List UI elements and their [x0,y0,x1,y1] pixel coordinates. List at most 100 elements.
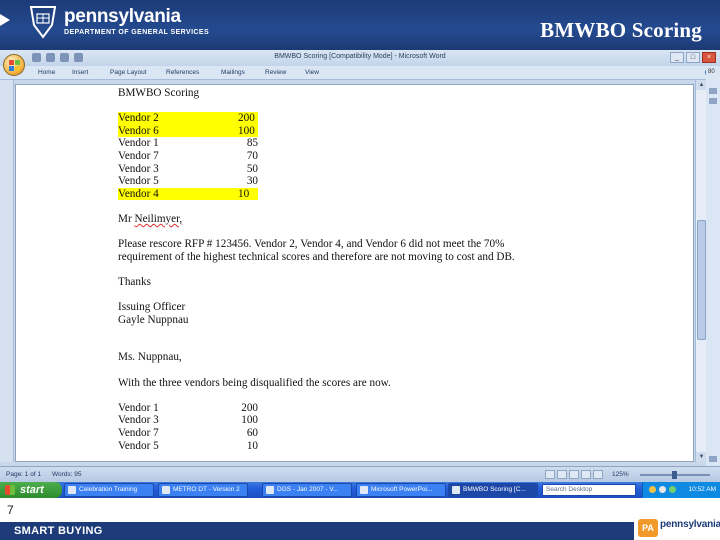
print-layout-icon[interactable] [545,470,555,479]
app-icon [68,486,76,494]
tray-icon[interactable] [649,486,656,493]
score-row: Vendor 3 100 [118,414,678,427]
vendor-score: 30 [246,175,258,188]
right-rail [706,66,720,482]
document-body[interactable]: BMWBO Scoring Vendor 2 200 Vendor 6 100 Vend… [118,87,678,452]
pa-footer-logo: PA pennsylvania [634,516,720,540]
taskbar-button[interactable]: METRO DT - Version 2 [158,483,248,497]
zoom-slider[interactable] [640,471,710,479]
tab-references[interactable]: References [166,69,199,76]
outline-icon[interactable] [581,470,591,479]
zoom-level[interactable]: 125% [612,471,629,478]
system-tray: 10:52 AM [642,482,720,498]
taskbar-button[interactable]: Microsoft PowerPoi... [356,483,446,497]
vendor-score: 50 [246,162,258,175]
vendor-name: Vendor 1 [118,401,159,414]
security-icon[interactable] [669,486,676,493]
vendor-name: Vendor 3 [118,162,159,175]
browse-object-icon[interactable] [709,98,717,104]
thanks-line: Thanks [118,275,151,288]
vendor-score: 100 [238,124,255,137]
taskbar-button[interactable]: BMWBO Scoring [C... [448,483,538,497]
close-button[interactable]: × [702,52,716,63]
taskbar-button[interactable]: Celebration Training [64,483,154,497]
arrow-icon [0,14,10,26]
ribbon-tabs: Home Insert Page Layout References Maili… [0,66,720,80]
keystone-logo-icon [29,6,57,39]
vertical-ruler [0,80,14,462]
vendor-score: 10 [238,187,250,200]
pa-badge-icon: PA [638,519,658,537]
taskbar-button[interactable]: DGS - Jan 2007 - V... [262,483,352,497]
clock: 10:52 AM [688,486,716,493]
word-count[interactable]: Words: 95 [52,471,82,478]
reply-line: With the three vendors being disqualifie… [118,376,391,389]
salutation-1: Mr Neilimyer, [118,212,183,225]
document-page[interactable]: BMWBO Scoring Vendor 2 200 Vendor 6 100 Vend… [15,84,694,462]
slide-page-number: 7 [7,503,14,517]
logo-wordmark: pennsylvania [64,6,181,27]
slide-header: pennsylvania DEPARTMENT OF GENERAL SERVI… [0,0,720,50]
score-row: Vendor 1 85 [118,137,678,150]
windows-flag-icon [5,485,15,495]
taskbar-button-label: Celebration Training [79,486,138,493]
vendor-score: 60 [246,427,258,440]
tab-insert[interactable]: Insert [72,69,88,76]
tab-mailings[interactable]: Mailings [221,69,245,76]
pa-wordmark: pennsylvania [660,519,720,530]
office-button[interactable] [3,54,25,76]
ruler-toggle-icon[interactable] [709,88,717,94]
footer-bar: SMART BUYING [0,522,634,540]
salutation-2: Ms. Nuppnau, [118,351,182,364]
network-icon[interactable] [659,486,666,493]
final-scores-list: Vendor 1 200 Vendor 3 100 Vendor 7 60 Vendor 5… [118,402,678,452]
office-logo-icon [9,60,14,65]
score-row: Vendor 7 70 [118,150,678,163]
taskbar-button-label: METRO DT - Version 2 [173,486,240,493]
score-row: Vendor 2 200 [118,112,678,125]
status-bar: Page: 1 of 1 Words: 95 125% [0,466,720,482]
vendor-name: Vendor 7 [118,427,159,440]
vendor-score: 85 [246,137,258,150]
taskbar-button-label: DGS - Jan 2007 - V... [277,486,339,493]
minimize-button[interactable]: _ [670,52,684,63]
app-icon [266,486,274,494]
score-row: Vendor 4 10 [118,187,678,201]
body-line-1: Please rescore RFP # 123456. Vendor 2, V… [118,238,505,251]
taskbar: start Celebration Training METRO DT - Ver… [0,482,720,498]
tab-review[interactable]: Review [265,69,286,76]
desktop-search-input[interactable]: Search Desktop [542,484,636,496]
app-icon [360,486,368,494]
footer-text: SMART BUYING [14,525,103,537]
tab-view[interactable]: View [305,69,319,76]
vendor-score: 70 [246,149,258,162]
vendor-score: 10 [246,439,258,452]
tab-home[interactable]: Home [38,69,55,76]
taskbar-button-label: Microsoft PowerPoi... [371,486,433,493]
vendor-score: 100 [241,414,258,427]
scroll-thumb[interactable] [697,220,706,340]
page-count[interactable]: Page: 1 of 1 [6,471,41,478]
vendor-name: Vendor 3 [118,414,159,427]
initial-scores-list: Vendor 2 200 Vendor 6 100 Vendor 1 85 Vendor 7… [118,112,678,201]
signature-title: Issuing Officer [118,301,186,314]
vendor-score: 200 [238,112,255,125]
draft-icon[interactable] [593,470,603,479]
view-buttons [545,470,603,479]
vendor-name: Vendor 7 [118,149,159,162]
score-row: Vendor 6 100 [118,124,678,138]
title-bar[interactable]: BMWBO Scoring [Compatibility Mode] - Mic… [0,50,720,66]
misspelled-name: Neilimyer, [134,212,183,225]
web-layout-icon[interactable] [569,470,579,479]
vendor-name: Vendor 5 [118,175,159,188]
previous-page-icon[interactable] [709,456,717,462]
zoom-slider-knob[interactable] [672,471,677,479]
vertical-scrollbar[interactable]: ▲ ▼ [695,80,707,462]
full-screen-icon[interactable] [557,470,567,479]
vendor-name: Vendor 5 [118,439,159,452]
score-row: Vendor 5 10 [118,440,678,453]
maximize-button[interactable]: □ [686,52,700,63]
tab-page-layout[interactable]: Page Layout [110,69,147,76]
vendor-score: 200 [241,401,258,414]
start-button[interactable]: start [0,482,62,498]
